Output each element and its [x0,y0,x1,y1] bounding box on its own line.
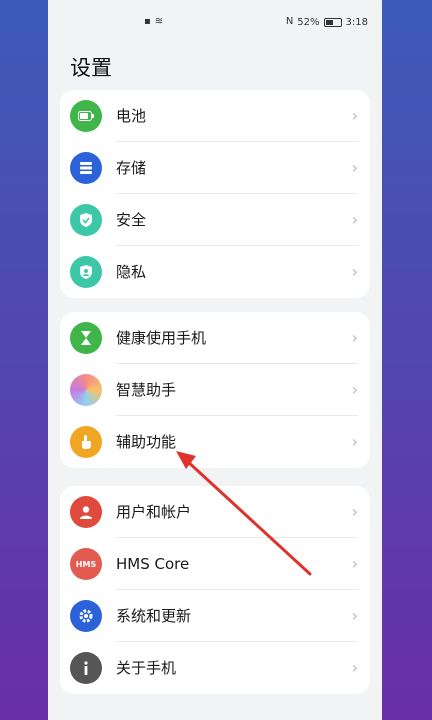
assistant-icon [70,374,102,406]
settings-item-system-update[interactable]: 系统和更新 › [60,590,370,642]
alert-icon: ▪ [144,16,151,27]
gear-icon [70,600,102,632]
settings-item-accessibility[interactable]: 辅助功能 › [60,416,370,468]
chevron-right-icon: › [351,432,358,451]
settings-group-1: 电池 › 存储 › 安全 › 隐私 › [60,90,370,298]
settings-item-label: 健康使用手机 [116,329,207,347]
hand-icon [70,426,102,458]
settings-screen: ▪ ≋ N 52% 3:18 设置 电池 › 存储 › 安全 › 隐私 › 健康… [48,0,382,720]
settings-item-label: 系统和更新 [116,607,192,625]
settings-item-label: 智慧助手 [116,381,177,399]
page-title: 设置 [70,56,112,80]
settings-item-label: 存储 [116,159,147,177]
settings-item-privacy[interactable]: 隐私 › [60,246,370,298]
settings-group-2: 健康使用手机 › 智慧助手 › 辅助功能 › [60,312,370,468]
battery-status-icon [323,17,342,27]
chevron-right-icon: › [351,210,358,229]
clock: 3:18 [345,16,368,28]
chevron-right-icon: › [351,502,358,521]
hourglass-icon [70,322,102,354]
info-icon [70,652,102,684]
settings-item-label: 用户和帐户 [116,503,192,521]
privacy-icon [70,256,102,288]
chevron-right-icon: › [351,658,358,677]
settings-item-label: 电池 [116,107,147,125]
settings-item-hms-core[interactable]: HMS HMS Core › [60,538,370,590]
settings-item-label: 辅助功能 [116,433,177,451]
hms-icon: HMS [70,548,102,580]
battery-icon [70,100,102,132]
chevron-right-icon: › [351,262,358,281]
settings-item-accounts[interactable]: 用户和帐户 › [60,486,370,538]
chevron-right-icon: › [351,606,358,625]
settings-item-security[interactable]: 安全 › [60,194,370,246]
shield-icon [70,204,102,236]
settings-item-label: HMS Core [116,555,190,573]
chevron-right-icon: › [351,158,358,177]
chevron-right-icon: › [351,106,358,125]
settings-item-about-phone[interactable]: 关于手机 › [60,642,370,694]
settings-item-label: 隐私 [116,263,147,281]
settings-item-assistant[interactable]: 智慧助手 › [60,364,370,416]
settings-item-label: 关于手机 [116,659,177,677]
settings-item-label: 安全 [116,211,147,229]
battery-percent: 52% [297,16,320,28]
chevron-right-icon: › [351,380,358,399]
user-icon [70,496,102,528]
chevron-right-icon: › [351,554,358,573]
settings-item-storage[interactable]: 存储 › [60,142,370,194]
status-bar: ▪ ≋ N 52% 3:18 [48,0,382,48]
settings-group-3: 用户和帐户 › HMS HMS Core › 系统和更新 › 关于手机 › [60,486,370,694]
settings-item-battery[interactable]: 电池 › [60,90,370,142]
settings-item-digital-balance[interactable]: 健康使用手机 › [60,312,370,364]
chevron-right-icon: › [351,328,358,347]
wifi-icon: ≋ [154,16,164,27]
nfc-icon: N [285,16,294,27]
storage-icon [70,152,102,184]
